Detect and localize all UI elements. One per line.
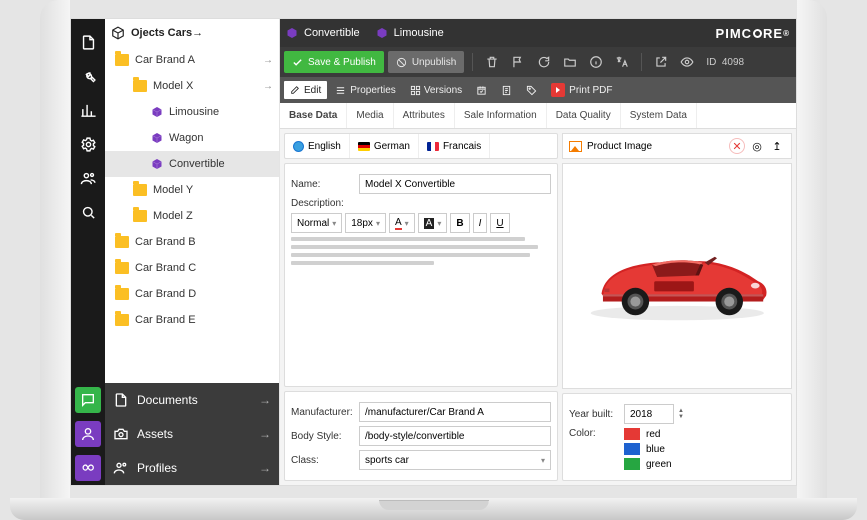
messages-tab[interactable]	[75, 387, 101, 413]
lang-french[interactable]: Francais	[419, 134, 490, 158]
delete-icon[interactable]	[481, 51, 503, 73]
globe-icon	[293, 141, 304, 152]
subtab-data-quality[interactable]: Data Quality	[547, 103, 621, 128]
info-icon[interactable]	[585, 51, 607, 73]
remove-image-button[interactable]: ✕	[729, 138, 745, 154]
tree-brand-e[interactable]: Car Brand E	[105, 307, 279, 333]
color-list[interactable]: red blue green	[624, 428, 672, 470]
preview-icon[interactable]	[676, 51, 698, 73]
tree-model-x[interactable]: Model X→	[105, 73, 279, 99]
print-pdf-button[interactable]: Print PDF	[545, 83, 618, 97]
subtab-attributes[interactable]: Attributes	[394, 103, 455, 128]
upload-image-button[interactable]: ↥	[769, 138, 785, 154]
rte-style-select[interactable]: Normal▾	[291, 213, 342, 233]
target-image-button[interactable]: ◎	[749, 138, 765, 154]
nav-assets[interactable]: Assets→	[105, 417, 279, 451]
tree-model-y[interactable]: Model Y	[105, 177, 279, 203]
file-icon[interactable]	[76, 30, 100, 54]
tree-root-label: Ojects Cars	[131, 27, 192, 39]
manufacturer-label: Manufacturer:	[291, 407, 359, 418]
tab-limousine[interactable]: Limousine	[376, 27, 444, 39]
infinity-tab[interactable]	[75, 455, 101, 481]
body-style-label: Body Style:	[291, 431, 359, 442]
rte-text-color[interactable]: A▾	[389, 213, 415, 233]
folder-icon[interactable]	[559, 51, 581, 73]
lang-german[interactable]: German	[350, 134, 419, 158]
rte-italic[interactable]: I	[473, 213, 488, 233]
rte-bg-color[interactable]: A▾	[418, 213, 448, 233]
flag-icon[interactable]	[507, 51, 529, 73]
flag-fr-icon	[427, 142, 439, 151]
color-swatch-red	[624, 428, 640, 440]
tab-convertible[interactable]: Convertible	[286, 27, 360, 39]
tag-icon[interactable]	[520, 85, 543, 96]
chart-icon[interactable]	[76, 98, 100, 122]
notes-icon[interactable]	[495, 85, 518, 96]
object-id: ID 4098	[706, 57, 744, 68]
nav-documents[interactable]: Documents→	[105, 383, 279, 417]
subtab-base-data[interactable]: Base Data	[280, 103, 347, 128]
flag-de-icon	[358, 142, 370, 151]
search-icon[interactable]	[76, 200, 100, 224]
class-select[interactable]: sports car▾	[359, 450, 551, 470]
tree-variant-limousine[interactable]: Limousine	[105, 99, 279, 125]
manufacturer-input[interactable]	[359, 402, 551, 422]
unpublish-button[interactable]: Unpublish	[388, 51, 464, 73]
body-style-input[interactable]	[359, 426, 551, 446]
color-swatch-blue	[624, 443, 640, 455]
user-tab[interactable]	[75, 421, 101, 447]
tree-brand-b[interactable]: Car Brand B	[105, 229, 279, 255]
reload-icon[interactable]	[533, 51, 555, 73]
subtab-sale-info[interactable]: Sale Information	[455, 103, 547, 128]
tree-brand-d[interactable]: Car Brand D	[105, 281, 279, 307]
lang-english[interactable]: English	[285, 134, 350, 158]
rte-size-select[interactable]: 18px▾	[345, 213, 386, 233]
color-swatch-green	[624, 458, 640, 470]
name-input[interactable]	[359, 174, 551, 194]
description-editor[interactable]	[291, 237, 551, 265]
pdf-icon	[551, 83, 565, 97]
wrench-icon[interactable]	[76, 64, 100, 88]
tree-brand-a[interactable]: Car Brand A→	[105, 47, 279, 73]
product-image	[562, 163, 792, 389]
open-external-icon[interactable]	[650, 51, 672, 73]
tree-variant-wagon[interactable]: Wagon	[105, 125, 279, 151]
year-input[interactable]	[624, 404, 674, 424]
description-label: Description:	[291, 198, 359, 209]
name-label: Name:	[291, 179, 359, 190]
brand-logo: PIMCRE®	[716, 26, 790, 41]
subtab-media[interactable]: Media	[347, 103, 393, 128]
settings-icon[interactable]	[76, 132, 100, 156]
schedule-icon[interactable]	[470, 85, 493, 96]
year-down[interactable]: ▼	[678, 414, 684, 420]
tree-brand-c[interactable]: Car Brand C	[105, 255, 279, 281]
rte-bold[interactable]: B	[450, 213, 469, 233]
product-image-title: Product Image	[587, 141, 652, 152]
save-publish-button[interactable]: Save & Publish	[284, 51, 384, 73]
nav-profiles[interactable]: Profiles→	[105, 451, 279, 485]
color-label: Color:	[569, 428, 624, 439]
rte-underline[interactable]: U	[490, 213, 509, 233]
versions-button[interactable]: Versions	[404, 85, 468, 96]
class-label: Class:	[291, 455, 359, 466]
tree-model-z[interactable]: Model Z	[105, 203, 279, 229]
tree-variant-convertible[interactable]: Convertible	[105, 151, 279, 177]
translate-icon[interactable]	[611, 51, 633, 73]
year-label: Year built:	[569, 409, 624, 420]
properties-button[interactable]: Properties	[329, 85, 402, 96]
tree-root[interactable]: Ojects Cars →	[105, 19, 279, 47]
subtab-system-data[interactable]: System Data	[621, 103, 697, 128]
image-icon	[569, 141, 582, 152]
edit-button[interactable]: Edit	[284, 81, 327, 99]
users-icon[interactable]	[76, 166, 100, 190]
